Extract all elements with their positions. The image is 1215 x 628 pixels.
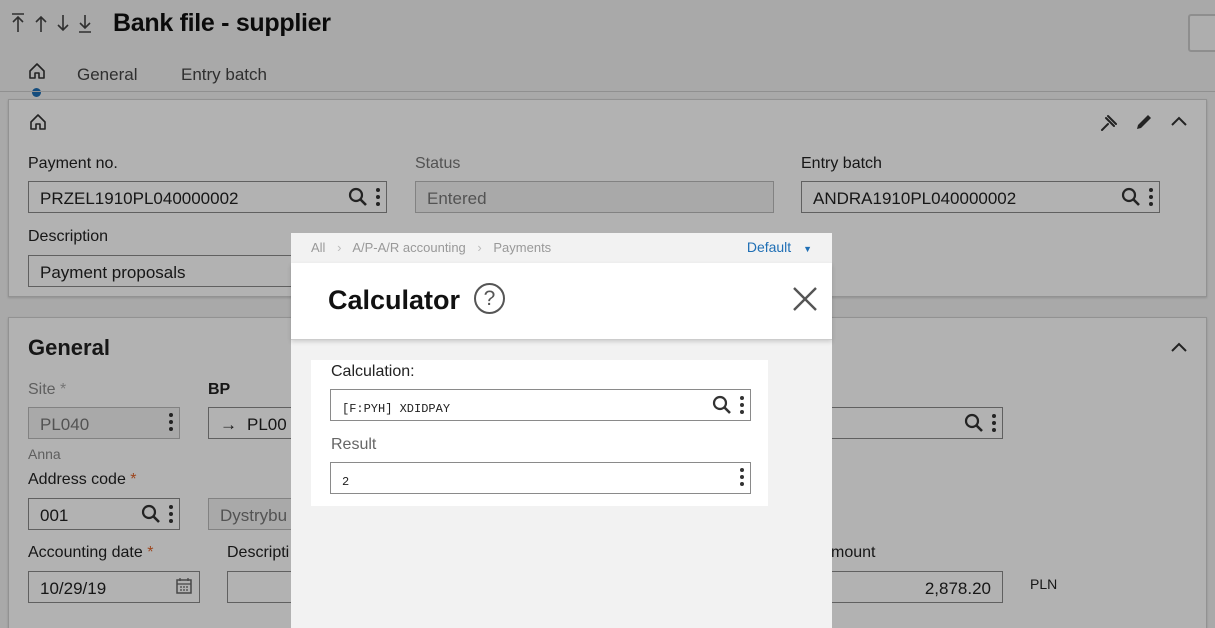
calculation-label: Calculation: xyxy=(331,363,415,380)
result-label: Result xyxy=(331,436,377,453)
help-icon[interactable]: ? xyxy=(474,283,505,314)
breadcrumb-item[interactable]: A/P-A/R accounting xyxy=(352,240,465,255)
caret-down-icon: ▼ xyxy=(803,244,812,254)
dialog-title: Calculator xyxy=(328,285,461,315)
calculator-dialog: All › A/P-A/R accounting › Payments Defa… xyxy=(291,233,832,628)
result-value: 2 xyxy=(342,475,350,489)
calculation-field[interactable]: [F:PYH] XDIDPAY xyxy=(330,389,751,421)
calculator-panel: Calculation: [F:PYH] XDIDPAY Result 2 xyxy=(311,360,768,506)
view-selector-label: Default xyxy=(746,239,792,255)
breadcrumb: All › A/P-A/R accounting › Payments Defa… xyxy=(291,233,832,263)
breadcrumb-item[interactable]: Payments xyxy=(493,240,551,255)
more-options-icon[interactable] xyxy=(740,468,744,486)
dialog-header: Calculator ? xyxy=(291,263,832,340)
chevron-right-icon: › xyxy=(477,240,482,255)
calculation-value: [F:PYH] XDIDPAY xyxy=(342,402,451,416)
search-icon[interactable] xyxy=(712,395,732,415)
breadcrumb-item[interactable]: All xyxy=(311,240,325,255)
more-options-icon[interactable] xyxy=(740,396,744,414)
close-icon[interactable] xyxy=(788,282,822,316)
chevron-right-icon: › xyxy=(337,240,342,255)
result-field: 2 xyxy=(330,462,751,494)
view-selector[interactable]: Default ▼ xyxy=(747,239,812,255)
